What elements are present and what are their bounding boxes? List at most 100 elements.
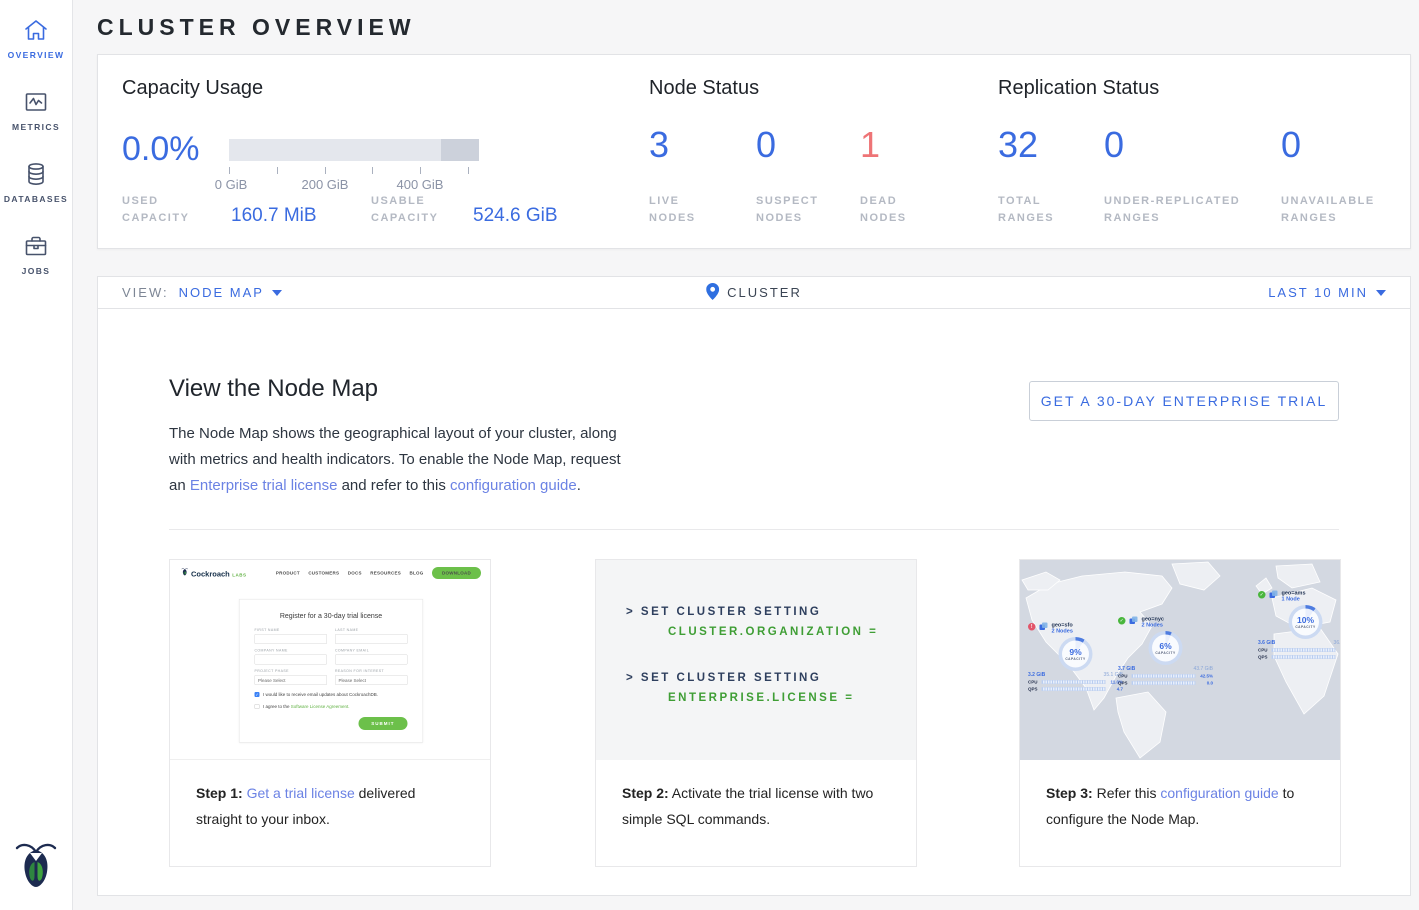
- cpu-bar: [1132, 674, 1196, 678]
- breadcrumb-label: CLUSTER: [727, 285, 802, 300]
- description-text: .: [577, 477, 581, 494]
- nodes-icon: [1039, 622, 1048, 634]
- nodes-icon: [1269, 590, 1278, 602]
- metrics-icon: [22, 88, 50, 116]
- locality-widget-sfo: ! geo=sfo 2 Nodes 9% CAPACITY 3.2 GiB35.…: [1028, 622, 1123, 692]
- qps-value: 0.0: [1198, 681, 1213, 686]
- database-icon: [22, 160, 50, 188]
- field-label: LAST NAME: [335, 629, 408, 633]
- healthy-status-icon: ✓: [1258, 591, 1266, 599]
- capacity-bar-nonusable-segment: [441, 139, 479, 161]
- brand-suffix: LABS: [232, 573, 246, 578]
- sidebar-item-databases[interactable]: DATABASES: [0, 160, 72, 204]
- axis-tick-label: 0 GiB: [215, 177, 248, 192]
- checkbox-label: I would like to receive email updates ab…: [263, 692, 378, 697]
- usable-capacity-label: USABLE CAPACITY: [371, 193, 455, 227]
- sidebar-item-overview[interactable]: OVERVIEW: [0, 16, 72, 60]
- cpu-label: CPU: [1258, 648, 1269, 653]
- locality-widget-ams: ✓ geo=ams 1 Node 10% CAPACITY 3.6 GiB36.…: [1258, 590, 1340, 660]
- sidebar-item-label: JOBS: [0, 266, 72, 276]
- submit-pill: SUBMIT: [358, 717, 407, 730]
- home-icon: [22, 16, 50, 44]
- text-field: [335, 655, 408, 665]
- step-2-card: > SET CLUSTER SETTING CLUSTER.ORGANIZATI…: [595, 559, 917, 867]
- license-agreement-link: Software License Agreement.: [291, 704, 350, 709]
- nav-item: RESOURCES: [370, 571, 401, 576]
- dead-nodes-count: 1: [860, 127, 880, 163]
- configuration-guide-link[interactable]: configuration guide: [450, 477, 577, 494]
- node-map-panel: View the Node Map The Node Map shows the…: [97, 309, 1411, 896]
- dead-nodes-label: DEAD NODES: [860, 193, 930, 227]
- register-screenshot: Cockroach LABS PRODUCT CUSTOMERS DOCS RE…: [170, 560, 490, 760]
- step-1-caption: Step 1: Get a trial license delivered st…: [170, 760, 490, 832]
- used-capacity-value: 160.7 MiB: [231, 205, 317, 227]
- node-map-heading: View the Node Map: [169, 375, 378, 403]
- enterprise-trial-license-link[interactable]: Enterprise trial license: [190, 477, 338, 494]
- cpu-value: 58.3%: [1338, 648, 1340, 653]
- unavailable-ranges-count: 0: [1281, 127, 1301, 163]
- capacity-gauge: 9% CAPACITY: [1059, 637, 1093, 671]
- nav-item: PRODUCT: [276, 571, 300, 576]
- axis-tick: [372, 167, 373, 174]
- sidebar: OVERVIEW METRICS DATABASES: [0, 0, 73, 910]
- capacity-bar-chart: 0 GiB 200 GiB 400 GiB: [229, 139, 479, 161]
- view-selector-dropdown[interactable]: NODE MAP: [179, 285, 282, 300]
- suspect-nodes-label: SUSPECT NODES: [756, 193, 836, 227]
- sidebar-item-jobs[interactable]: JOBS: [0, 232, 72, 276]
- qps-label: QPS: [1028, 687, 1039, 692]
- cockroachdb-logo: [13, 840, 59, 892]
- axis-tick-label: 200 GiB: [302, 177, 349, 192]
- cpu-value: 42.5%: [1198, 674, 1213, 679]
- code-line: > SET CLUSTER SETTING: [626, 606, 916, 618]
- capacity-percent: 6%: [1159, 641, 1171, 651]
- view-label: VIEW:: [122, 285, 169, 300]
- capacity-label: CAPACITY: [1295, 625, 1315, 629]
- text-field: [255, 634, 328, 644]
- qps-label: QPS: [1258, 655, 1269, 660]
- chevron-down-icon: [1376, 290, 1386, 296]
- qps-bar: [1042, 687, 1106, 691]
- used-capacity: 3.6 GiB: [1258, 640, 1275, 646]
- enterprise-trial-button[interactable]: GET A 30-DAY ENTERPRISE TRIAL: [1029, 381, 1339, 421]
- cpu-label: CPU: [1028, 680, 1039, 685]
- configuration-guide-link[interactable]: configuration guide: [1160, 785, 1278, 801]
- briefcase-icon: [22, 232, 50, 260]
- node-status-title: Node Status: [649, 77, 759, 100]
- locality-widget-nyc: ✓ geo=nyc 2 Nodes 6% CAPACITY 3.7 GiB43.…: [1118, 616, 1213, 686]
- axis-tick: [420, 167, 421, 174]
- under-replicated-ranges-count: 0: [1104, 127, 1124, 163]
- sidebar-item-metrics[interactable]: METRICS: [0, 88, 72, 132]
- breadcrumb[interactable]: CLUSTER: [706, 283, 802, 303]
- checkbox-checked: ✓: [255, 692, 260, 697]
- qps-bar: [1272, 655, 1336, 659]
- capacity-label: CAPACITY: [1155, 651, 1175, 655]
- step-label: Step 1:: [196, 785, 243, 801]
- capacity-percent: 10%: [1297, 615, 1314, 625]
- get-trial-license-link[interactable]: Get a trial license: [247, 785, 355, 801]
- select-field: Please Select: [255, 675, 328, 685]
- nav-item: DOCS: [348, 571, 362, 576]
- step-3-card: ! geo=sfo 2 Nodes 9% CAPACITY 3.2 GiB35.…: [1019, 559, 1341, 867]
- step-2-caption: Step 2: Activate the trial license with …: [596, 760, 916, 832]
- total-ranges-count: 32: [998, 127, 1038, 163]
- description-text: and refer to this: [337, 477, 450, 494]
- cpu-bar: [1272, 648, 1336, 652]
- field-label: REASON FOR INTEREST: [335, 670, 408, 674]
- cpu-bar: [1042, 680, 1106, 684]
- download-pill: DOWNLOAD: [432, 567, 481, 579]
- brand-name: Cockroach: [191, 570, 230, 579]
- time-range-dropdown[interactable]: LAST 10 MIN: [1268, 285, 1386, 300]
- time-range-value: LAST 10 MIN: [1268, 285, 1368, 300]
- node-map-description: The Node Map shows the geographical layo…: [169, 421, 631, 499]
- field-label: COMPANY EMAIL: [335, 649, 408, 653]
- nodes-icon: [1129, 616, 1138, 628]
- location-pin-icon: [706, 283, 719, 303]
- text-field: [335, 634, 408, 644]
- code-line: > SET CLUSTER SETTING: [626, 672, 916, 684]
- used-capacity: 3.7 GiB: [1118, 666, 1135, 672]
- chevron-down-icon: [272, 290, 282, 296]
- step-1-card: Cockroach LABS PRODUCT CUSTOMERS DOCS RE…: [169, 559, 491, 867]
- axis-tick-label: 400 GiB: [397, 177, 444, 192]
- suspect-nodes-count: 0: [756, 127, 776, 163]
- node-map-preview: ! geo=sfo 2 Nodes 9% CAPACITY 3.2 GiB35.…: [1020, 560, 1340, 760]
